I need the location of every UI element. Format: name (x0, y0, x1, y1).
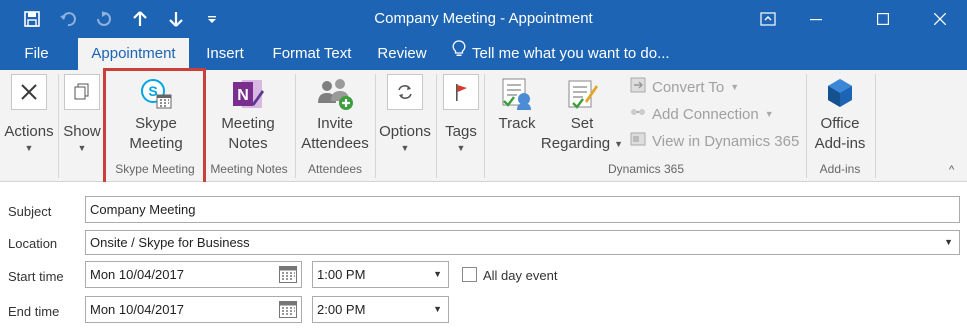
tell-me-box[interactable]: Tell me what you want to do... (452, 38, 670, 70)
all-day-checkbox[interactable] (462, 267, 477, 282)
start-time-label: Start time (8, 269, 64, 284)
office-addins-icon (820, 74, 860, 114)
notes-label-1: Meeting (221, 115, 275, 132)
connection-icon (630, 104, 646, 124)
group-label-attendees: Attendees (307, 162, 363, 176)
all-day-label: All day event (483, 268, 558, 283)
delete-x-icon (11, 74, 47, 110)
end-date-value: Mon 10/04/2017 (90, 302, 184, 317)
convert-icon (630, 77, 646, 97)
invite-attendees-button[interactable]: Invite Attendees (300, 74, 370, 154)
set-regarding-icon (562, 74, 602, 114)
ribbon-separator (436, 74, 437, 178)
set-label-2-row: Regarding ▼ (541, 134, 623, 154)
chevron-down-icon: ▼ (77, 143, 87, 153)
actions-button[interactable]: Actions ▼ (4, 74, 54, 154)
track-label: Track (498, 115, 536, 132)
tab-review[interactable]: Review (370, 38, 434, 70)
tags-button[interactable]: Tags ▼ (441, 74, 481, 154)
title-bar: Company Meeting - Appointment (0, 0, 967, 38)
onenote-icon: N (228, 74, 268, 114)
calendar-icon[interactable] (279, 301, 297, 326)
invite-label-2: Attendees (301, 135, 369, 152)
tell-me-text: Tell me what you want to do... (472, 45, 670, 62)
dynamics-view-icon (630, 131, 646, 151)
maximize-icon[interactable] (860, 0, 906, 38)
collapse-ribbon-icon[interactable]: ^ (949, 164, 954, 176)
set-label-2: Regarding (540, 135, 611, 152)
office-label-1: Office (820, 115, 860, 132)
end-time-value: 2:00 PM (317, 302, 366, 317)
flag-icon (443, 74, 479, 110)
office-add-ins-button[interactable]: Office Add-ins (808, 74, 872, 154)
add-connection-label: Add Connection (652, 105, 759, 123)
start-date-input[interactable]: Mon 10/04/2017 (85, 261, 302, 288)
recurrence-icon (387, 74, 423, 110)
ribbon-separator (58, 74, 59, 178)
track-button[interactable]: Track (492, 74, 542, 134)
show-pages-icon (64, 74, 100, 110)
group-label-add-ins: Add-ins (819, 162, 861, 176)
meeting-notes-button[interactable]: N Meeting Notes (208, 74, 288, 154)
chevron-down-icon: ▼ (24, 143, 34, 153)
tags-label: Tags (445, 123, 477, 140)
tab-file[interactable]: File (14, 38, 59, 70)
options-button[interactable]: Options ▼ (378, 74, 432, 154)
location-dropdown-icon[interactable]: ▼ (944, 231, 953, 254)
chevron-down-icon: ▼ (730, 82, 740, 92)
view-in-dynamics-button[interactable]: View in Dynamics 365 (630, 131, 799, 151)
ribbon-display-options-icon[interactable] (745, 0, 791, 38)
show-button[interactable]: Show ▼ (62, 74, 102, 154)
ribbon-separator (375, 74, 376, 178)
end-time-dropdown-icon[interactable]: ▼ (433, 297, 442, 322)
chevron-down-icon: ▼ (764, 109, 774, 119)
subject-label: Subject (8, 204, 52, 219)
ribbon-separator (806, 74, 807, 178)
tab-insert[interactable]: Insert (198, 38, 252, 70)
set-label-1: Set (570, 115, 594, 132)
ribbon-tabs: File Appointment Insert Format Text Revi… (0, 38, 967, 70)
start-time-value: 1:00 PM (317, 267, 366, 282)
track-icon (497, 74, 537, 114)
minimize-icon[interactable] (793, 0, 839, 38)
convert-to-label: Convert To (652, 78, 725, 96)
tab-format-text[interactable]: Format Text (264, 38, 360, 70)
appointment-form: Subject Company Meeting Location Onsite … (0, 182, 967, 333)
location-input[interactable]: Onsite / Skype for Business ▼ (85, 230, 960, 255)
invite-label-1: Invite (317, 115, 353, 132)
svg-text:N: N (237, 87, 249, 104)
attendees-icon (315, 74, 355, 114)
location-value: Onsite / Skype for Business (90, 235, 250, 250)
chevron-down-icon: ▼ (456, 143, 466, 153)
show-label: Show (63, 123, 101, 140)
add-connection-button[interactable]: Add Connection ▼ (630, 104, 774, 124)
chevron-down-icon: ▼ (400, 143, 410, 153)
skype-meeting-highlight (103, 68, 206, 187)
ribbon-separator (875, 74, 876, 178)
group-label-meeting-notes: Meeting Notes (210, 162, 288, 176)
end-time-input[interactable]: 2:00 PM ▼ (312, 296, 449, 323)
set-regarding-button[interactable]: Set Regarding ▼ (540, 74, 624, 154)
end-time-label: End time (8, 304, 60, 319)
close-icon[interactable] (917, 0, 963, 38)
chevron-down-icon: ▼ (614, 139, 624, 149)
ribbon-separator (484, 74, 485, 178)
office-label-2: Add-ins (814, 135, 866, 152)
end-date-input[interactable]: Mon 10/04/2017 (85, 296, 302, 323)
calendar-icon[interactable] (279, 266, 297, 291)
lightbulb-icon (452, 38, 466, 70)
start-date-value: Mon 10/04/2017 (90, 267, 184, 282)
notes-label-2: Notes (228, 135, 268, 152)
start-time-dropdown-icon[interactable]: ▼ (433, 262, 442, 287)
options-label: Options (379, 123, 431, 140)
convert-to-button[interactable]: Convert To ▼ (630, 77, 739, 97)
actions-label: Actions (4, 123, 54, 140)
start-time-input[interactable]: 1:00 PM ▼ (312, 261, 449, 288)
tab-appointment[interactable]: Appointment (78, 38, 189, 70)
view-dynamics-label: View in Dynamics 365 (652, 132, 800, 150)
location-label: Location (8, 236, 58, 251)
group-label-dynamics: Dynamics 365 (607, 162, 685, 176)
subject-input[interactable]: Company Meeting (85, 196, 960, 223)
